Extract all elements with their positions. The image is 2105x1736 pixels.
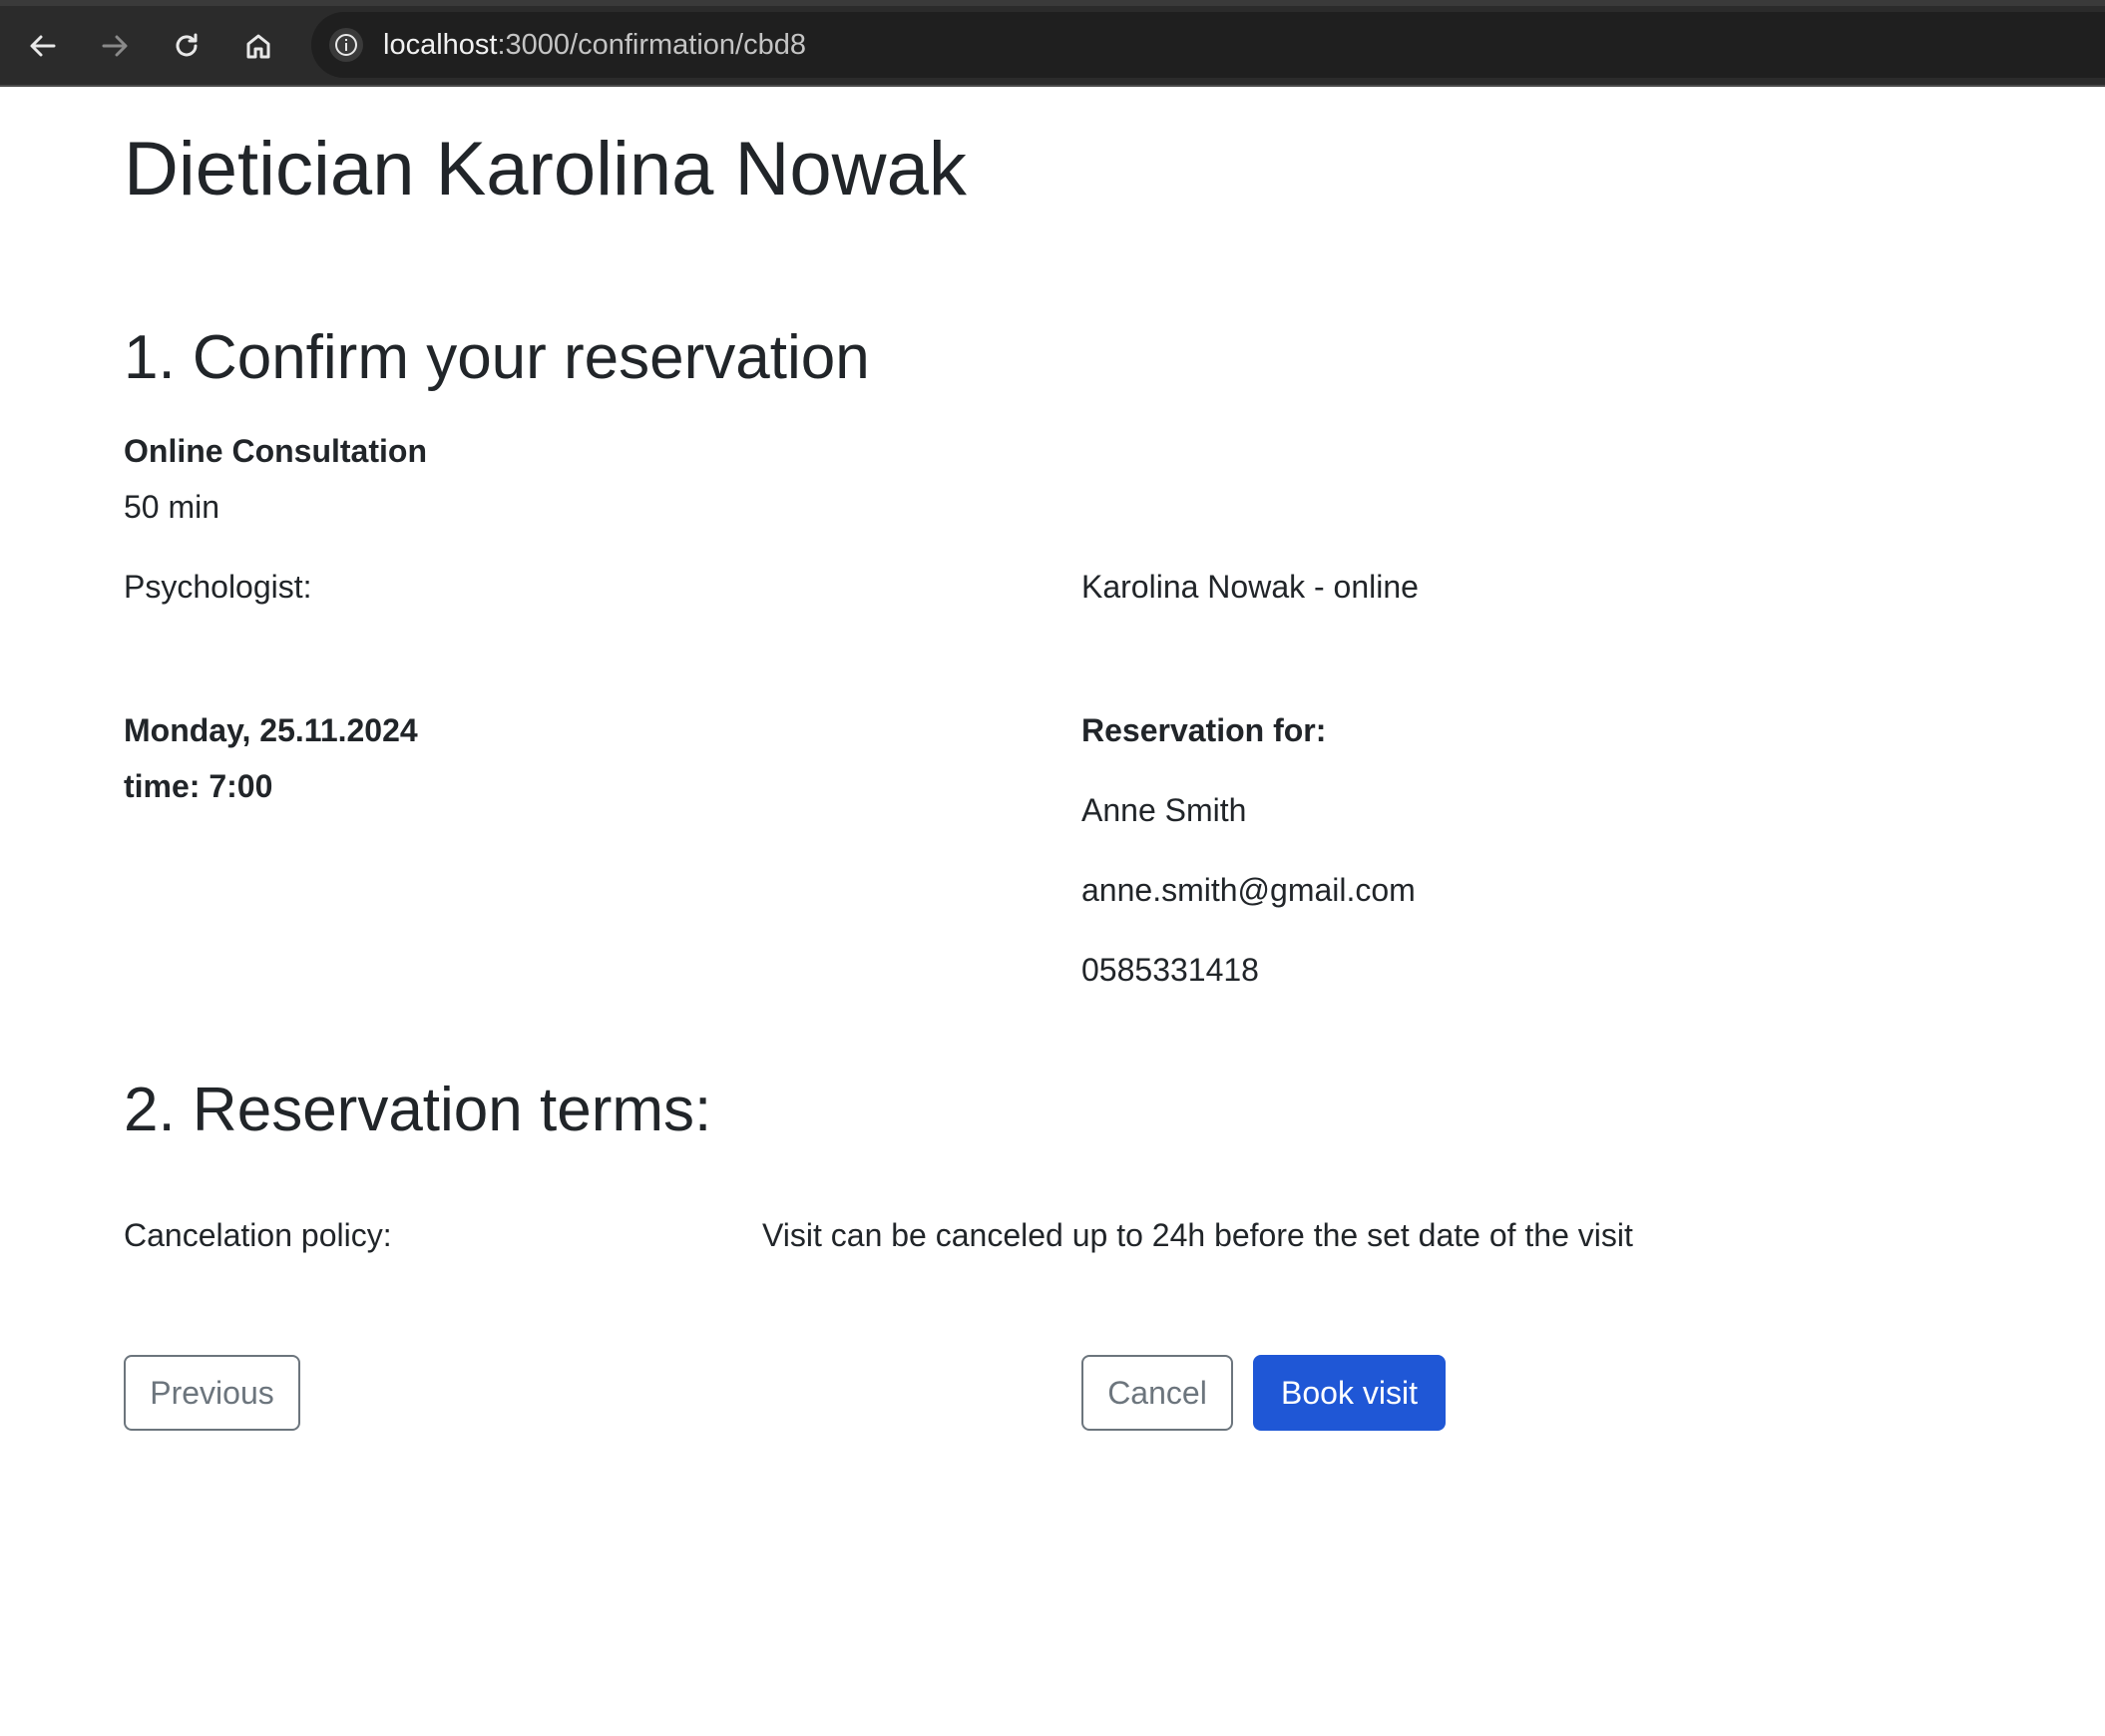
page-content: Dietician Karolina Nowak 1. Confirm your… <box>0 87 2105 1736</box>
home-button[interactable] <box>234 22 282 70</box>
url-text[interactable]: localhost:3000/confirmation/cbd8 <box>383 27 806 63</box>
forward-arrow-icon <box>102 35 128 57</box>
section-terms-heading: 2. Reservation terms: <box>124 1076 712 1144</box>
back-arrow-icon <box>30 35 56 57</box>
previous-button[interactable]: Previous <box>124 1355 300 1431</box>
psychologist-label: Psychologist: <box>124 569 312 605</box>
psychologist-value: Karolina Nowak - online <box>1081 569 1419 605</box>
url-host: localhost <box>383 29 498 61</box>
page-title: Dietician Karolina Nowak <box>124 127 967 212</box>
cancelation-policy-label: Cancelation policy: <box>124 1217 392 1253</box>
home-icon <box>246 34 270 59</box>
cancel-button[interactable]: Cancel <box>1081 1355 1233 1431</box>
cancelation-policy-value: Visit can be canceled up to 24h before t… <box>762 1217 1633 1253</box>
back-button[interactable] <box>19 22 67 70</box>
visit-date: Monday, 25.11.2024 <box>124 712 418 748</box>
client-name: Anne Smith <box>1081 792 1247 828</box>
book-visit-button[interactable]: Book visit <box>1253 1355 1446 1431</box>
visit-time: time: 7:00 <box>124 768 273 804</box>
address-bar[interactable]: localhost:3000/confirmation/cbd8 <box>311 12 2105 78</box>
reservation-for-label: Reservation for: <box>1081 712 1327 748</box>
info-icon[interactable] <box>329 28 363 62</box>
url-path: :3000/confirmation/cbd8 <box>497 29 806 61</box>
section-confirm-heading: 1. Confirm your reservation <box>124 323 870 392</box>
client-phone: 0585331418 <box>1081 952 1259 988</box>
service-name: Online Consultation <box>124 433 427 469</box>
forward-button[interactable] <box>91 22 139 70</box>
browser-toolbar: localhost:3000/confirmation/cbd8 <box>0 0 2105 87</box>
reload-icon <box>176 33 198 57</box>
reload-button[interactable] <box>163 22 210 70</box>
service-duration: 50 min <box>124 489 220 525</box>
client-email: anne.smith@gmail.com <box>1081 872 1416 908</box>
